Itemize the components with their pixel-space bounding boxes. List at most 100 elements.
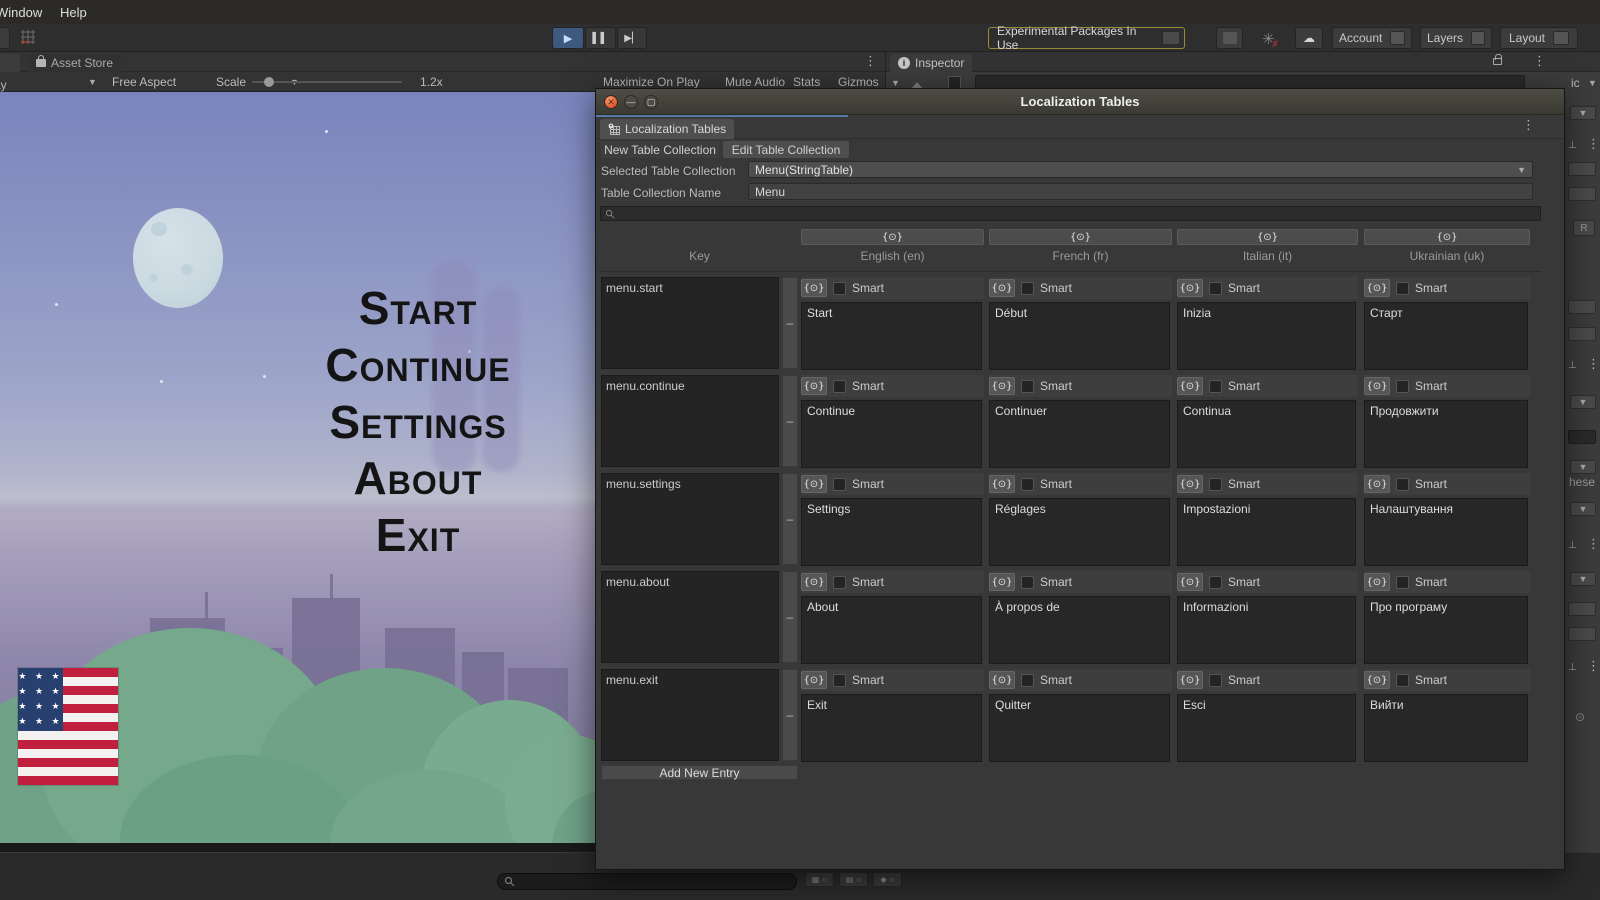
column-metadata-button[interactable]: {⊙} (1364, 229, 1530, 245)
column-header-3[interactable]: Italian (it) (1177, 249, 1358, 265)
display-dropdown-arrow[interactable]: ▼ (88, 77, 97, 87)
translation-field[interactable]: Réglages (989, 498, 1170, 566)
stats-toggle[interactable]: Stats (793, 75, 820, 89)
translation-field[interactable]: Налаштування (1364, 498, 1528, 566)
column-metadata-button[interactable]: {⊙} (1177, 229, 1358, 245)
menu-window[interactable]: Window (0, 5, 42, 20)
component-menu-icon[interactable]: ⋮ (1587, 359, 1600, 369)
play-button[interactable]: ▶ (552, 27, 584, 49)
cell-metadata-button[interactable]: {⊙} (801, 377, 827, 395)
experimental-packages-badge[interactable]: Experimental Packages In Use (988, 27, 1185, 49)
preset-icon[interactable]: ⊥ (1568, 662, 1577, 673)
smart-checkbox[interactable] (833, 674, 846, 687)
smart-checkbox[interactable] (1209, 674, 1222, 687)
translation-field[interactable]: Impostazioni (1177, 498, 1356, 566)
static-dropdown-arrow[interactable]: ▼ (1588, 78, 1597, 88)
translation-field[interactable]: Exit (801, 694, 982, 762)
column-header-2[interactable]: French (fr) (989, 249, 1172, 265)
cell-metadata-button[interactable]: {⊙} (989, 671, 1015, 689)
cell-metadata-button[interactable]: {⊙} (801, 573, 827, 591)
mute-audio-toggle[interactable]: Mute Audio (725, 75, 785, 89)
cell-metadata-button[interactable]: {⊙} (1364, 279, 1390, 297)
us-flag-locale-indicator[interactable]: ★ ★ ★ ★ ★ ★ ★ ★ ★ ★ ★ ★ (18, 668, 118, 785)
footer-search-input[interactable] (497, 873, 797, 890)
step-button[interactable]: ▶▏ (617, 27, 647, 49)
cell-metadata-button[interactable]: {⊙} (1364, 377, 1390, 395)
target-icon[interactable]: ⊙ (1575, 710, 1585, 724)
sliver-dropdown[interactable]: ▼ (1570, 395, 1596, 409)
cell-metadata-button[interactable]: {⊙} (1177, 671, 1203, 689)
cell-metadata-button[interactable]: {⊙} (801, 475, 827, 493)
tab-asset-store[interactable]: Asset Store (28, 54, 121, 72)
sliver-field[interactable] (1568, 430, 1596, 444)
key-cell[interactable]: menu.settings (601, 473, 779, 565)
translation-field[interactable]: Продовжити (1364, 400, 1528, 468)
scale-slider-track[interactable] (252, 81, 402, 83)
add-new-entry-button[interactable]: Add New Entry (601, 765, 798, 780)
translation-field[interactable]: À propos de (989, 596, 1170, 664)
key-cell[interactable]: menu.start (601, 277, 779, 369)
remove-entry-button[interactable]: – (782, 669, 798, 761)
translation-field[interactable]: Continua (1177, 400, 1356, 468)
game-panel-menu-icon[interactable]: ⋮ (864, 56, 877, 66)
column-header-4[interactable]: Ukrainian (uk) (1364, 249, 1530, 265)
smart-checkbox[interactable] (1396, 478, 1409, 491)
remove-entry-button[interactable]: – (782, 375, 798, 467)
layers-dropdown[interactable]: Layers (1420, 27, 1492, 49)
gizmos-dropdown[interactable]: Gizmos (838, 75, 879, 89)
key-cell[interactable]: menu.continue (601, 375, 779, 467)
remove-entry-button[interactable]: – (782, 473, 798, 565)
tab-game-clipped[interactable]: e (0, 54, 20, 72)
translation-field[interactable]: Continue (801, 400, 982, 468)
cell-metadata-button[interactable]: {⊙} (1177, 573, 1203, 591)
sliver-dropdown[interactable]: ▼ (1570, 106, 1596, 120)
grid-snap-icon[interactable] (20, 29, 36, 48)
smart-checkbox[interactable] (833, 380, 846, 393)
translation-field[interactable]: Start (801, 302, 982, 370)
translation-field[interactable]: Старт (1364, 302, 1528, 370)
cell-metadata-button[interactable]: {⊙} (1177, 279, 1203, 297)
smart-checkbox[interactable] (1021, 576, 1034, 589)
collab-icon[interactable]: ✳✗ (1258, 30, 1286, 48)
cell-metadata-button[interactable]: {⊙} (801, 671, 827, 689)
component-menu-icon[interactable]: ⋮ (1587, 661, 1600, 671)
cell-metadata-button[interactable]: {⊙} (1364, 573, 1390, 591)
cell-metadata-button[interactable]: {⊙} (1364, 475, 1390, 493)
cell-metadata-button[interactable]: {⊙} (989, 377, 1015, 395)
sliver-field[interactable] (1568, 162, 1596, 176)
column-header-1[interactable]: English (en) (801, 249, 984, 265)
remove-entry-button[interactable]: – (782, 571, 798, 663)
smart-checkbox[interactable] (1396, 380, 1409, 393)
column-metadata-button[interactable]: {⊙} (989, 229, 1172, 245)
cell-metadata-button[interactable]: {⊙} (1177, 475, 1203, 493)
translation-field[interactable]: Вийти (1364, 694, 1528, 762)
smart-checkbox[interactable] (833, 576, 846, 589)
smart-checkbox[interactable] (1021, 478, 1034, 491)
sliver-dropdown[interactable]: ▼ (1570, 572, 1596, 586)
preset-icon[interactable]: ⊥ (1568, 140, 1577, 151)
translation-field[interactable]: Continuer (989, 400, 1170, 468)
remove-entry-button[interactable]: – (782, 277, 798, 369)
smart-checkbox[interactable] (1209, 282, 1222, 295)
translation-field[interactable]: Settings (801, 498, 982, 566)
cell-metadata-button[interactable]: {⊙} (801, 279, 827, 297)
smart-checkbox[interactable] (1021, 380, 1034, 393)
sliver-field[interactable] (1568, 187, 1596, 201)
smart-checkbox[interactable] (1209, 380, 1222, 393)
translation-field[interactable]: Про програму (1364, 596, 1528, 664)
column-header-key[interactable]: Key (601, 249, 798, 265)
translation-field[interactable]: Informazioni (1177, 596, 1356, 664)
tab-inspector[interactable]: i Inspector (890, 54, 972, 72)
gameobject-name-field[interactable] (975, 75, 1525, 89)
account-dropdown[interactable]: Account (1332, 27, 1412, 49)
cell-metadata-button[interactable]: {⊙} (1364, 671, 1390, 689)
smart-checkbox[interactable] (1396, 282, 1409, 295)
cell-metadata-button[interactable]: {⊙} (989, 279, 1015, 297)
cell-metadata-button[interactable]: {⊙} (1177, 377, 1203, 395)
aspect-dropdown[interactable]: Free Aspect (112, 75, 176, 89)
clipped-tool-button[interactable] (0, 27, 10, 49)
key-cell[interactable]: menu.exit (601, 669, 779, 761)
smart-checkbox[interactable] (833, 478, 846, 491)
translation-field[interactable]: Début (989, 302, 1170, 370)
smart-checkbox[interactable] (833, 282, 846, 295)
